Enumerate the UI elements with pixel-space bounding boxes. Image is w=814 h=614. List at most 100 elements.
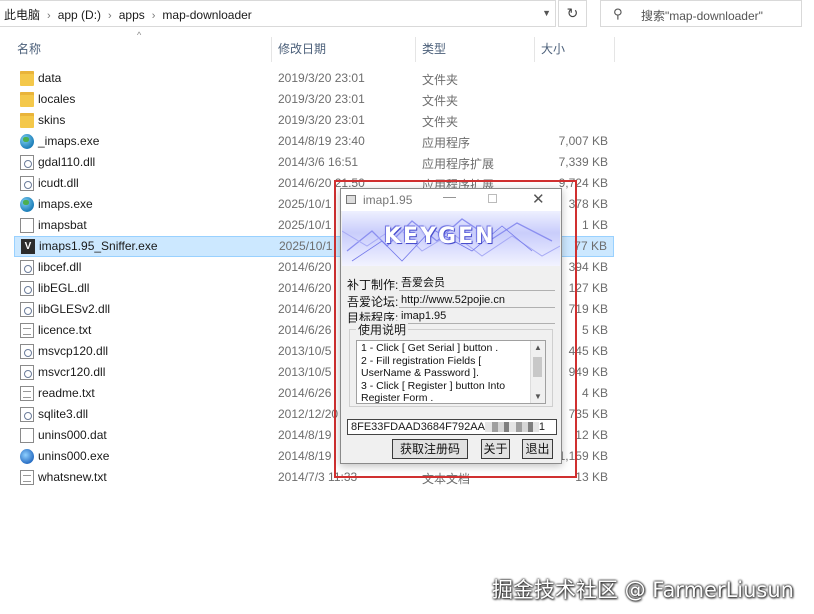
refresh-icon: ↻: [566, 5, 579, 21]
file-row[interactable]: data 2019/3/20 23:01 文件夹: [14, 68, 614, 89]
scroll-up-icon[interactable]: ▲: [534, 343, 542, 352]
file-name: unins000.exe: [38, 449, 110, 463]
file-date: 2014/8/19: [278, 449, 332, 463]
column-divider[interactable]: [415, 37, 416, 62]
search-box[interactable]: ⚲ 搜索"map-downloader": [600, 0, 802, 27]
scroll-down-icon[interactable]: ▼: [534, 392, 542, 401]
file-size: 7,007 KB: [558, 134, 608, 148]
breadcrumb-separator-icon[interactable]: ›: [152, 10, 156, 22]
column-divider[interactable]: [271, 37, 272, 62]
setup-app-icon: [20, 449, 34, 464]
file-name: icudt.dll: [38, 176, 79, 190]
text-file-icon: [20, 323, 34, 338]
file-name: msvcr120.dll: [38, 365, 106, 379]
file-date: 2013/10/5: [278, 344, 332, 358]
file-name: libcef.dll: [38, 260, 82, 274]
close-icon[interactable]: ✕: [532, 190, 545, 208]
exit-button[interactable]: 退出: [522, 439, 553, 459]
forum-field: http://www.52pojie.cn: [399, 292, 555, 308]
text-file-icon: [20, 470, 34, 485]
file-date: 2019/3/20 23:01: [278, 71, 365, 85]
globe-app-icon: [20, 197, 34, 212]
file-name: skins: [38, 113, 66, 127]
instructions-memo[interactable]: 1 - Click [ Get Serial ] button . 2 - Fi…: [356, 340, 546, 404]
file-date: 2014/6/20: [278, 302, 332, 316]
folder-icon: [20, 92, 34, 107]
instruction-line: Register Form .: [361, 392, 434, 404]
breadcrumb-this-pc[interactable]: 此电脑: [4, 6, 40, 23]
breadcrumb-separator-icon[interactable]: ›: [108, 10, 112, 22]
file-date: 2014/3/6 16:51: [278, 155, 359, 169]
dll-file-icon: [20, 155, 34, 170]
search-icon: ⚲: [613, 6, 623, 21]
breadcrumb-drive[interactable]: app (D:): [58, 8, 101, 22]
file-date: 2012/12/20: [278, 407, 339, 421]
app-icon: [346, 195, 356, 204]
dll-file-icon: [20, 407, 34, 422]
maximize-icon[interactable]: [488, 194, 497, 203]
file-row[interactable]: locales 2019/3/20 23:01 文件夹: [14, 89, 614, 110]
serial-output[interactable]: 8FE33FDAAD3684F792AA 1: [347, 419, 557, 435]
instruction-line: 3 - Click [ Register ] button Into: [361, 380, 506, 392]
file-row[interactable]: skins 2019/3/20 23:01 文件夹: [14, 110, 614, 131]
watermark: 掘金技术社区 @ FarmerLiusun: [491, 578, 794, 602]
file-size: 13 KB: [575, 470, 608, 484]
search-placeholder: 搜索"map-downloader": [641, 9, 763, 23]
file-name: data: [38, 71, 62, 85]
column-header-name[interactable]: 名称: [17, 37, 41, 61]
file-name: imaps1.95_Sniffer.exe: [39, 239, 158, 253]
column-divider[interactable]: [614, 37, 615, 62]
file-name: whatsnew.txt: [38, 470, 107, 484]
instructions-title: 使用说明: [356, 321, 409, 338]
dll-file-icon: [20, 344, 34, 359]
file-date: 2014/6/20: [278, 260, 332, 274]
refresh-button[interactable]: ↻: [558, 0, 587, 27]
memo-scrollbar[interactable]: ▲ ▼: [530, 341, 545, 403]
column-divider[interactable]: [534, 37, 535, 62]
patcher-field: 吾爱会员: [399, 275, 555, 291]
file-size: 77 KB: [574, 239, 607, 253]
globe-app-icon: [20, 134, 34, 149]
dialog-title: imap1.95: [363, 193, 413, 207]
file-size: 5 KB: [581, 323, 608, 337]
file-type: 文件夹: [422, 73, 459, 87]
file-type: 文件夹: [422, 94, 459, 108]
file-row[interactable]: gdal110.dll 2014/3/6 16:51 应用程序扩展 7,339 KB: [14, 152, 614, 173]
about-button[interactable]: 关于: [481, 439, 510, 459]
dll-file-icon: [20, 365, 34, 380]
file-name: readme.txt: [38, 386, 95, 400]
instruction-line: 2 - Fill registration Fields [: [361, 355, 482, 367]
file-row[interactable]: _imaps.exe 2014/8/19 23:40 应用程序 7,007 KB: [14, 131, 614, 152]
breadcrumb-map-downloader[interactable]: map-downloader: [162, 8, 251, 22]
file-date: 2014/6/26: [278, 386, 332, 400]
serial-suffix: 1: [538, 421, 546, 433]
dll-file-icon: [20, 281, 34, 296]
column-header-size[interactable]: 大小: [541, 37, 565, 61]
file-name: sqlite3.dll: [38, 407, 89, 421]
get-serial-button[interactable]: 获取注册码: [392, 439, 468, 459]
file-date: 2013/10/5: [278, 365, 332, 379]
file-date: 2014/6/20: [278, 281, 332, 295]
file-name: _imaps.exe: [38, 134, 100, 148]
dialog-title-bar[interactable]: imap1.95 — ✕: [341, 189, 561, 211]
column-header-type[interactable]: 类型: [422, 37, 446, 61]
serial-prefix: 8FE33FDAAD3684F792AA: [351, 421, 485, 433]
column-header-modified[interactable]: 修改日期: [278, 37, 326, 61]
minimize-icon[interactable]: —: [443, 189, 456, 204]
file-date: 2025/10/1: [279, 239, 333, 253]
file-name: licence.txt: [38, 323, 92, 337]
keygen-banner: KEYGEN: [342, 211, 560, 266]
address-dropdown-icon[interactable]: ▼: [542, 8, 551, 18]
breadcrumb-apps[interactable]: apps: [119, 8, 145, 22]
file-name: unins000.dat: [38, 428, 107, 442]
address-bar[interactable]: 此电脑 › app (D:) › apps › map-downloader ▼: [0, 0, 556, 27]
scroll-thumb[interactable]: [533, 357, 542, 377]
instructions-group: 使用说明 1 - Click [ Get Serial ] button . 2…: [349, 321, 553, 407]
dll-file-icon: [20, 176, 34, 191]
file-date: 2019/3/20 23:01: [278, 92, 365, 106]
breadcrumb-separator-icon[interactable]: ›: [47, 10, 51, 22]
file-type: 应用程序扩展: [422, 157, 495, 171]
file-date: 2014/8/19 23:40: [278, 134, 365, 148]
file-size: 12 KB: [575, 428, 608, 442]
blank-file-icon: [20, 428, 34, 443]
